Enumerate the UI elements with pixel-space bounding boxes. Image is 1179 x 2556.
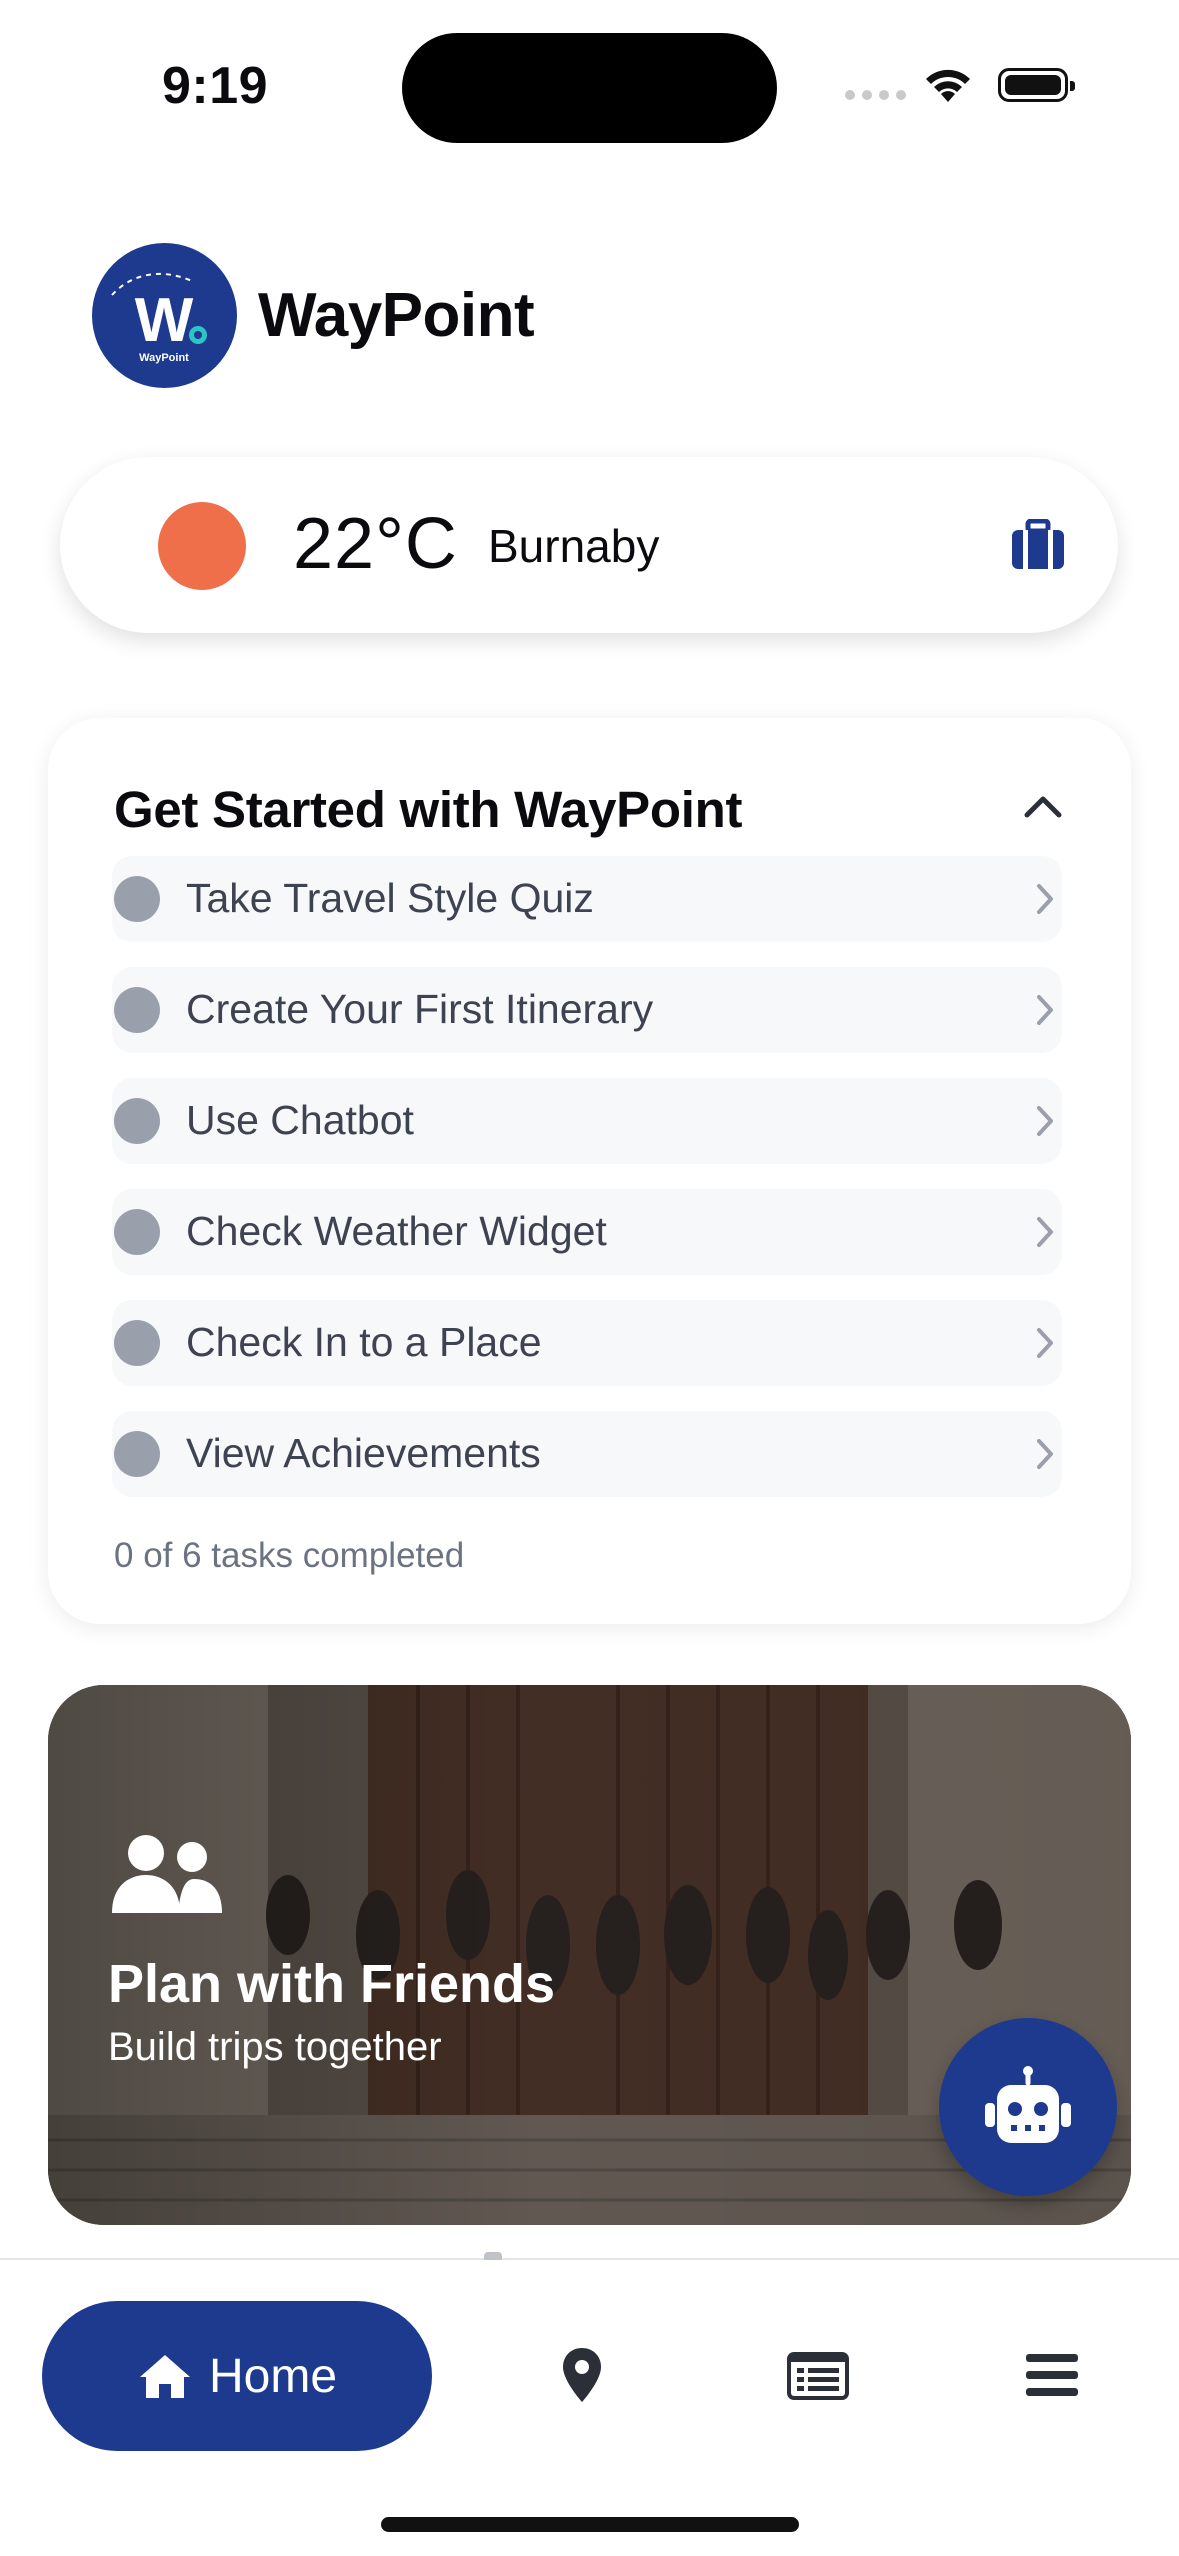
chevron-right-icon [1034, 1437, 1056, 1476]
task-label: Take Travel Style Quiz [186, 875, 594, 921]
chevron-up-icon[interactable] [1023, 793, 1063, 824]
app-title: WayPoint [258, 281, 535, 350]
tab-map[interactable] [561, 2346, 603, 2409]
chevron-right-icon [1034, 1104, 1056, 1143]
weather-city: Burnaby [488, 520, 660, 572]
task-status-dot [114, 876, 160, 922]
weather-widget[interactable]: 22°C Burnaby [60, 457, 1118, 633]
tasks-progress-text: 0 of 6 tasks completed [114, 1536, 465, 1575]
task-status-dot [114, 1209, 160, 1255]
chevron-right-icon [1034, 1326, 1056, 1365]
hamburger-menu-icon [1026, 2354, 1078, 2396]
home-indicator [381, 2517, 799, 2532]
task-status-dot [114, 1320, 160, 1366]
task-status-dot [114, 1098, 160, 1144]
tab-home-label: Home [208, 2349, 338, 2403]
logo-subtext: WayPoint [139, 352, 189, 364]
chevron-right-icon [1034, 882, 1056, 921]
task-label: Use Chatbot [186, 1097, 414, 1143]
app-logo: W WayPoint [92, 243, 237, 388]
users-icon [108, 1833, 224, 1920]
chevron-right-icon [1034, 1215, 1056, 1254]
weather-temperature: 22°C [293, 504, 458, 584]
tab-menu[interactable] [1024, 2352, 1080, 2403]
tab-home[interactable]: Home [42, 2301, 432, 2451]
tab-bar-divider [0, 2258, 1179, 2260]
task-first-itinerary[interactable]: Create Your First Itinerary [112, 967, 1062, 1053]
robot-icon [985, 2066, 1071, 2143]
task-status-dot [114, 987, 160, 1033]
banner-title: Plan with Friends [108, 1954, 556, 2014]
suitcase-icon[interactable] [1010, 518, 1066, 576]
task-label: Check Weather Widget [186, 1208, 607, 1254]
status-time: 9:19 [162, 57, 269, 115]
task-travel-style-quiz[interactable]: Take Travel Style Quiz [112, 856, 1062, 942]
dynamic-island [402, 33, 777, 143]
task-use-chatbot[interactable]: Use Chatbot [112, 1078, 1062, 1164]
banner-subtitle: Build trips together [108, 2025, 442, 2069]
task-achievements[interactable]: View Achievements [112, 1411, 1062, 1497]
chatbot-button[interactable] [939, 2018, 1117, 2196]
scroll-indicator [484, 2252, 502, 2260]
task-label: Check In to a Place [186, 1319, 542, 1365]
list-alt-icon [787, 2352, 849, 2400]
get-started-title: Get Started with WayPoint [114, 781, 743, 838]
task-label: Create Your First Itinerary [186, 986, 654, 1032]
map-pin-icon [563, 2348, 601, 2402]
task-status-dot [114, 1431, 160, 1477]
get-started-card: Get Started with WayPoint Take Travel St… [48, 718, 1131, 1624]
battery-icon [998, 68, 1075, 102]
tab-itinerary[interactable] [787, 2352, 849, 2405]
task-label: View Achievements [186, 1430, 541, 1476]
task-weather-widget[interactable]: Check Weather Widget [112, 1189, 1062, 1275]
chevron-right-icon [1034, 993, 1056, 1032]
wifi-icon [922, 64, 974, 109]
logo-letter: W [135, 286, 194, 355]
cellular-signal-icon [845, 90, 906, 100]
task-check-in[interactable]: Check In to a Place [112, 1300, 1062, 1386]
sun-icon [158, 502, 246, 590]
home-icon [139, 2355, 190, 2398]
